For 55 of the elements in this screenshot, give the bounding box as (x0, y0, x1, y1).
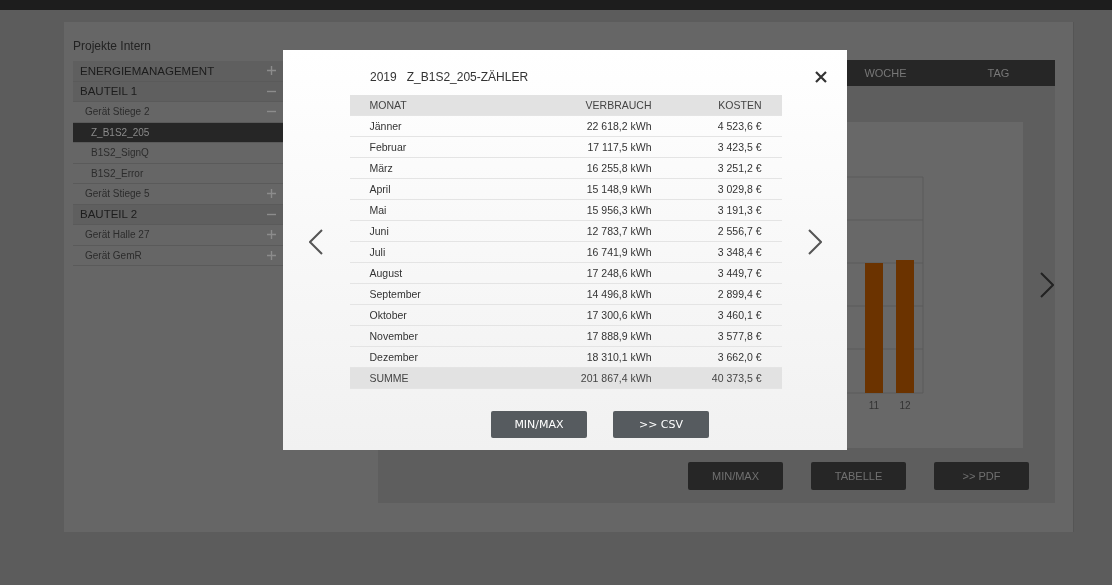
table-cell: 17 888,9 kWh (491, 325, 652, 347)
table-cell: August (349, 262, 492, 284)
plus-icon[interactable] (267, 189, 276, 199)
table-cell: Jänner (349, 115, 492, 137)
table-cell: 16 255,8 kWh (491, 157, 652, 179)
table-cell: 2 899,4 € (651, 283, 782, 305)
table-cell: 12 783,7 kWh (491, 220, 652, 242)
action-button[interactable]: >> CSV (613, 411, 709, 438)
table-cell: 17 117,5 kWh (491, 136, 652, 158)
table-cell: 3 449,7 € (651, 262, 782, 284)
table-cell: Oktober (349, 304, 492, 326)
project-title: Projekte Intern (73, 39, 153, 55)
table-cell: September (349, 283, 492, 305)
table-cell: 14 496,8 kWh (491, 283, 652, 305)
table-cell: 3 191,3 € (651, 199, 782, 221)
table-cell: 3 251,2 € (651, 157, 782, 179)
table-cell: 3 662,0 € (651, 346, 782, 368)
table-cell: Mai (349, 199, 492, 221)
dialog-title: 2019 Z_B1S2_205-ZÄHLER (370, 70, 529, 84)
column-header: VERBRAUCH (491, 95, 652, 116)
table-cell: Juni (349, 220, 492, 242)
period-tab[interactable]: TAG (942, 60, 1055, 86)
plus-icon[interactable] (267, 250, 276, 260)
chevron-right-icon[interactable] (808, 229, 822, 255)
plus-icon[interactable] (267, 230, 276, 240)
action-button[interactable]: MIN/MAX (491, 411, 587, 438)
table-cell: 15 956,3 kWh (491, 199, 652, 221)
close-icon[interactable] (815, 71, 827, 83)
table-cell: Februar (349, 136, 492, 158)
table-cell: 3 029,8 € (651, 178, 782, 200)
plus-icon[interactable] (267, 66, 276, 76)
table-cell: März (349, 157, 492, 179)
table-cell: November (349, 325, 492, 347)
table-cell: 17 248,6 kWh (491, 262, 652, 284)
column-header: KOSTEN (651, 95, 782, 116)
table-cell: 16 741,9 kWh (491, 241, 652, 263)
table-cell: 17 300,6 kWh (491, 304, 652, 326)
table-cell: 3 423,5 € (651, 136, 782, 158)
table-cell: April (349, 178, 492, 200)
table-cell: 3 460,1 € (651, 304, 782, 326)
table-cell: 2 556,7 € (651, 220, 782, 242)
column-header: MONAT (349, 95, 492, 116)
chevron-left-icon[interactable] (309, 229, 323, 255)
table-cell: Juli (349, 241, 492, 263)
total-cell: SUMME (349, 367, 492, 389)
table-cell: 18 310,1 kWh (491, 346, 652, 368)
table-cell: 15 148,9 kWh (491, 178, 652, 200)
table-cell: 3 348,4 € (651, 241, 782, 263)
table-cell: Dezember (349, 346, 492, 368)
action-button[interactable]: TABELLE (811, 462, 906, 490)
action-button[interactable]: MIN/MAX (688, 462, 783, 490)
table-cell: 22 618,2 kWh (491, 115, 652, 137)
table-cell: 3 577,8 € (651, 325, 782, 347)
table-cell: 4 523,6 € (651, 115, 782, 137)
action-button[interactable]: >> PDF (934, 462, 1029, 490)
